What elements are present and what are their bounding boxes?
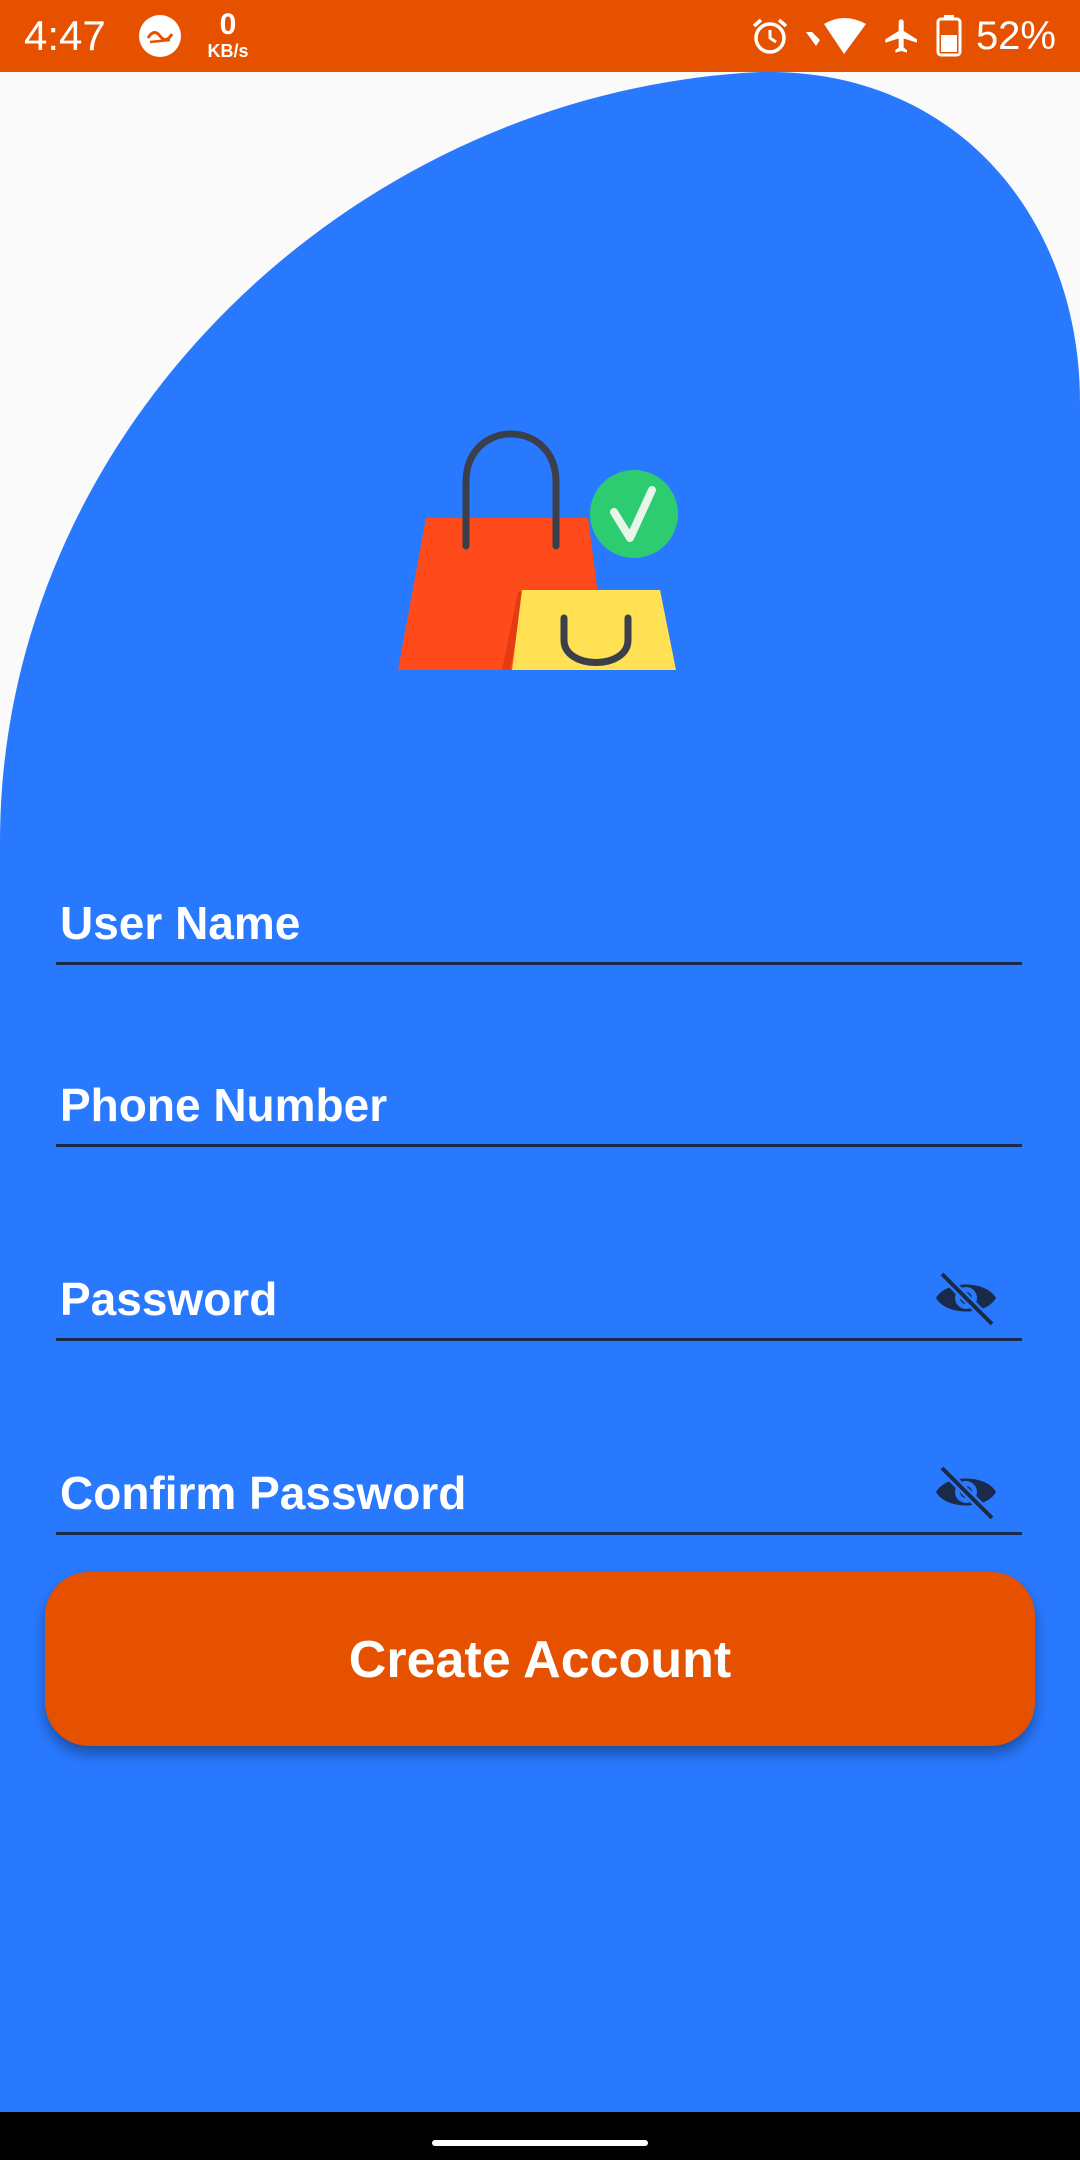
- phone-number-field[interactable]: Phone Number: [56, 1064, 1022, 1147]
- airplane-mode-icon: [885, 19, 917, 53]
- navigation-bar: [0, 2112, 1080, 2160]
- confirm-password-label: Confirm Password: [60, 1467, 467, 1519]
- phone-number-label: Phone Number: [60, 1079, 388, 1131]
- password-field[interactable]: Password: [56, 1238, 1022, 1341]
- net-speed-indicator: 0 KB/s: [200, 8, 256, 61]
- net-speed-unit: KB/s: [207, 41, 249, 61]
- battery-icon: [936, 15, 962, 57]
- username-label: User Name: [60, 897, 301, 949]
- alarm-icon: [752, 18, 788, 54]
- status-right-icons: 52%: [750, 0, 1056, 72]
- wifi-icon: [805, 18, 866, 54]
- signup-screen: User Name Phone Number Password Confirm …: [0, 72, 1080, 2112]
- visibility-off-icon[interactable]: [932, 1270, 1000, 1326]
- password-label: Password: [60, 1273, 278, 1325]
- net-speed-value: 0: [219, 8, 237, 41]
- home-gesture-handle[interactable]: [432, 2140, 648, 2146]
- confirm-password-field[interactable]: Confirm Password: [56, 1432, 1022, 1535]
- username-field[interactable]: User Name: [56, 882, 1022, 965]
- status-time: 4:47: [24, 12, 106, 59]
- create-account-button[interactable]: Create Account: [45, 1572, 1035, 1746]
- app-notification-icon: [139, 15, 181, 57]
- shopping-bag-check-icon: [398, 430, 678, 670]
- visibility-off-icon[interactable]: [932, 1464, 1000, 1520]
- status-bar: 4:47 0 KB/s 52%: [0, 0, 1080, 72]
- battery-percent: 52%: [975, 14, 1056, 58]
